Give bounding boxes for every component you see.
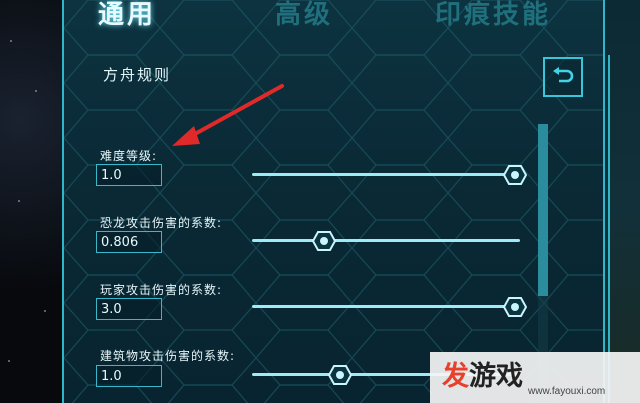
dino-damage-value-field[interactable]: 0.806 bbox=[96, 231, 162, 253]
slider-thumb[interactable] bbox=[312, 231, 337, 251]
structure-damage-value-field[interactable]: 1.0 bbox=[96, 365, 162, 387]
watermark-logo-text: 发游戏 bbox=[442, 361, 523, 392]
site-watermark: 发游戏 www.fayouxi.com bbox=[430, 352, 640, 403]
slider-track bbox=[252, 173, 520, 176]
slider-thumb[interactable] bbox=[502, 297, 527, 317]
slider-track bbox=[252, 305, 520, 308]
section-title: 方舟规则 bbox=[103, 66, 172, 84]
setting-label-player-damage: 玩家攻击伤害的系数: bbox=[100, 283, 223, 297]
setting-label-structure-damage: 建筑物攻击伤害的系数: bbox=[100, 349, 236, 363]
settings-panel bbox=[62, 0, 605, 403]
watermark-url: www.fayouxi.com bbox=[528, 386, 606, 397]
setting-label-dino-damage: 恐龙攻击伤害的系数: bbox=[100, 216, 223, 230]
slider-track bbox=[252, 239, 520, 242]
slider-thumb[interactable] bbox=[328, 365, 353, 385]
setting-label-difficulty: 难度等级: bbox=[100, 149, 158, 163]
back-button[interactable] bbox=[543, 57, 583, 97]
slider-thumb[interactable] bbox=[502, 165, 527, 185]
tab-engram-skills[interactable]: 印痕技能 bbox=[435, 0, 551, 31]
tab-general[interactable]: 通用 bbox=[98, 0, 156, 31]
difficulty-value-field[interactable]: 1.0 bbox=[96, 164, 162, 186]
difficulty-slider[interactable] bbox=[252, 165, 527, 185]
space-background bbox=[0, 0, 62, 403]
undo-arrow-icon bbox=[553, 67, 574, 83]
dino-damage-slider[interactable] bbox=[252, 231, 520, 251]
right-game-scene bbox=[605, 0, 640, 403]
hexagon-pattern bbox=[64, 0, 603, 403]
player-damage-slider[interactable] bbox=[252, 297, 527, 317]
right-panel-border bbox=[608, 55, 610, 403]
annotation-arrow-icon bbox=[172, 84, 284, 146]
scrollbar-thumb[interactable] bbox=[538, 124, 548, 296]
player-damage-value-field[interactable]: 3.0 bbox=[96, 298, 162, 320]
tab-advanced[interactable]: 高级 bbox=[275, 0, 333, 31]
